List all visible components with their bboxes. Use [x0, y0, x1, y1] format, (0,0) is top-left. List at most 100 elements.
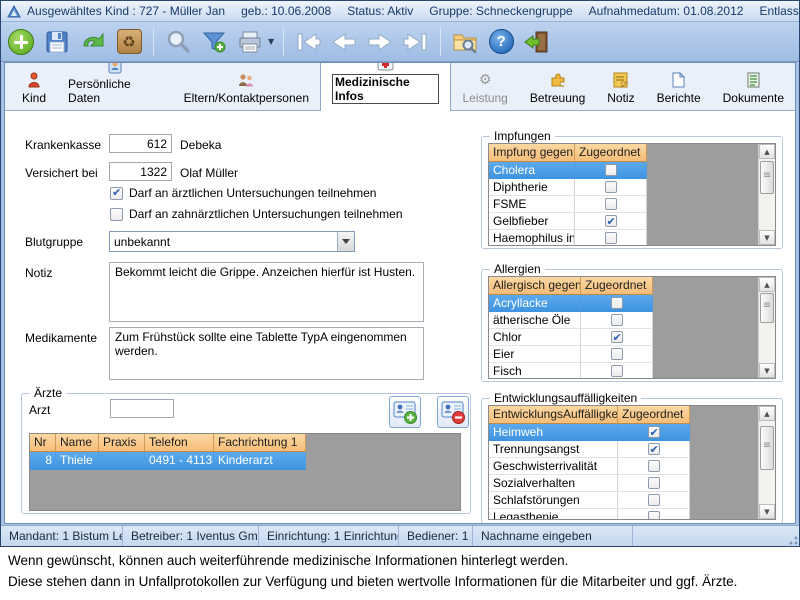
nav-last-button[interactable]: [401, 27, 431, 57]
doctors-header-telefon[interactable]: Telefon: [145, 434, 214, 452]
impfung-checkbox[interactable]: [605, 215, 617, 227]
nav-previous-button[interactable]: [329, 27, 359, 57]
blutgruppe-select[interactable]: unbekannt: [109, 231, 355, 252]
impfungen-row[interactable]: Diphtherie: [489, 179, 647, 196]
allergie-checkbox[interactable]: [611, 365, 623, 377]
add-button[interactable]: [6, 27, 36, 57]
impfung-checkbox[interactable]: [605, 232, 617, 244]
scroll-down-icon[interactable]: ▼: [759, 363, 775, 378]
allergien-scrollbar[interactable]: ▲ ▼: [758, 277, 775, 378]
entwicklung-checkbox[interactable]: [648, 460, 660, 472]
entwicklung-header-zugeordnet[interactable]: Zugeordnet: [618, 406, 690, 424]
doctors-header-fachrichtung[interactable]: Fachrichtung 1: [214, 434, 306, 452]
zahnaerztliche-untersuchung-checkbox[interactable]: [110, 208, 123, 221]
krankenkasse-input[interactable]: [109, 134, 172, 153]
allergien-row[interactable]: Chlor: [489, 329, 653, 346]
tab-eltern-kontaktpersonen[interactable]: Eltern/Kontaktpersonen: [173, 67, 320, 110]
scroll-down-icon[interactable]: ▼: [759, 504, 775, 519]
entwicklung-checkbox[interactable]: [648, 426, 660, 438]
help-button[interactable]: ?: [486, 27, 516, 57]
impfungen-scrollbar[interactable]: ▲ ▼: [758, 144, 775, 245]
tab-berichte[interactable]: Berichte: [646, 67, 712, 110]
tab-kind[interactable]: Kind: [11, 67, 57, 110]
impfungen-header-zugeordnet[interactable]: Zugeordnet: [575, 144, 647, 162]
resize-grip[interactable]: [785, 532, 799, 546]
tab-persoenliche-daten[interactable]: Persönliche Daten: [57, 62, 173, 110]
nav-next-button[interactable]: [365, 27, 395, 57]
filter-button[interactable]: [199, 27, 229, 57]
footer-line-2: Diese stehen dann in Unfallprotokollen z…: [8, 572, 792, 593]
impfungen-header-gegen[interactable]: Impfung gegen: [489, 144, 575, 162]
scroll-up-icon[interactable]: ▲: [759, 144, 775, 159]
aerztliche-untersuchung-checkbox-row[interactable]: Darf an ärztlichen Untersuchungen teilne…: [110, 186, 376, 200]
entwicklung-checkbox[interactable]: [648, 443, 660, 455]
entwicklung-checkbox[interactable]: [648, 511, 660, 520]
allergien-header-zugeordnet[interactable]: Zugeordnet: [581, 277, 653, 295]
aerztliche-untersuchung-checkbox[interactable]: [110, 187, 123, 200]
medikamente-textarea[interactable]: Zum Frühstück sollte eine Tablette TypA …: [109, 327, 424, 380]
tab-leistung[interactable]: ⚙ Leistung: [451, 67, 518, 110]
allergien-row[interactable]: Acryllacke: [489, 295, 653, 312]
entwicklung-scrollbar[interactable]: ▲ ▼: [758, 406, 775, 519]
scroll-thumb[interactable]: [760, 161, 774, 194]
impfungen-row[interactable]: Haemophilus inf: [489, 230, 647, 246]
arzt-input[interactable]: [110, 399, 174, 418]
print-button[interactable]: [235, 27, 265, 57]
print-dropdown-caret[interactable]: ▼: [268, 37, 274, 46]
entwicklung-row[interactable]: Geschwisterrivalität: [489, 458, 690, 475]
entwicklung-row[interactable]: Schlafstörungen: [489, 492, 690, 509]
allergien-row[interactable]: Fisch: [489, 363, 653, 379]
add-doctor-button[interactable]: [389, 396, 421, 428]
tab-medizinische-infos[interactable]: Medizinische Infos: [320, 62, 451, 111]
document-icon: [747, 71, 760, 88]
tab-dokumente[interactable]: Dokumente: [712, 67, 795, 110]
allergien-row[interactable]: Eier: [489, 346, 653, 363]
entwicklung-row[interactable]: Trennungsangst: [489, 441, 690, 458]
nav-first-button[interactable]: [293, 27, 323, 57]
doctors-header-nr[interactable]: Nr: [30, 434, 56, 452]
impfungen-row[interactable]: FSME: [489, 196, 647, 213]
allergien-header-gegen[interactable]: Allergisch gegen: [489, 277, 581, 295]
status-einrichtung: Einrichtung: 1 Einrichtung 1: [259, 526, 399, 546]
scroll-thumb[interactable]: [760, 426, 774, 470]
status-bediener: Bediener: 1: [399, 526, 473, 546]
doctors-header-name[interactable]: Name: [56, 434, 99, 452]
tab-betreuung[interactable]: Betreuung: [519, 67, 596, 110]
impfungen-row[interactable]: Gelbfieber: [489, 213, 647, 230]
impfungen-row[interactable]: Cholera: [489, 162, 647, 179]
zahnaerztliche-untersuchung-checkbox-row[interactable]: Darf an zahnärztlichen Untersuchungen te…: [110, 207, 403, 221]
versichert-bei-input[interactable]: [109, 162, 172, 181]
toolbar-separator: [283, 28, 284, 56]
allergie-checkbox[interactable]: [611, 348, 623, 360]
scroll-up-icon[interactable]: ▲: [759, 406, 775, 421]
doctors-header-praxis[interactable]: Praxis: [99, 434, 145, 452]
allergie-checkbox[interactable]: [611, 331, 623, 343]
search-button[interactable]: [163, 27, 193, 57]
impfung-checkbox[interactable]: [605, 164, 617, 176]
scroll-thumb[interactable]: [760, 293, 774, 323]
blutgruppe-dropdown-button[interactable]: [337, 232, 354, 251]
allergie-checkbox[interactable]: [611, 297, 623, 309]
entwicklung-checkbox[interactable]: [648, 494, 660, 506]
remove-doctor-button[interactable]: [437, 396, 469, 428]
entwicklung-row[interactable]: Sozialverhalten: [489, 475, 690, 492]
allergie-checkbox[interactable]: [611, 314, 623, 326]
impfungen-table: Impfung gegen Zugeordnet Cholera Diphthe…: [488, 143, 776, 246]
entwicklung-header-auffaelligkeit[interactable]: EntwicklungsAuffälligkeit: [489, 406, 618, 424]
tab-notiz[interactable]: Notiz: [596, 67, 645, 110]
scroll-down-icon[interactable]: ▼: [759, 230, 775, 245]
undo-button[interactable]: [78, 27, 108, 57]
folder-search-button[interactable]: [450, 27, 480, 57]
entwicklung-row[interactable]: Heimweh: [489, 424, 690, 441]
save-button[interactable]: [42, 27, 72, 57]
scroll-up-icon[interactable]: ▲: [759, 277, 775, 292]
entwicklung-row[interactable]: Legasthenie: [489, 509, 690, 520]
impfung-checkbox[interactable]: [605, 198, 617, 210]
doctors-table-row[interactable]: 8 Thiele 0491 - 41133 Kinderarzt: [30, 452, 306, 470]
allergien-row[interactable]: ätherische Öle: [489, 312, 653, 329]
notiz-textarea[interactable]: Bekommt leicht die Grippe. Anzeichen hie…: [109, 262, 424, 322]
exit-button[interactable]: [522, 27, 552, 57]
entwicklung-checkbox[interactable]: [648, 477, 660, 489]
impfung-checkbox[interactable]: [605, 181, 617, 193]
recycle-bin-button[interactable]: ♻: [114, 27, 144, 57]
